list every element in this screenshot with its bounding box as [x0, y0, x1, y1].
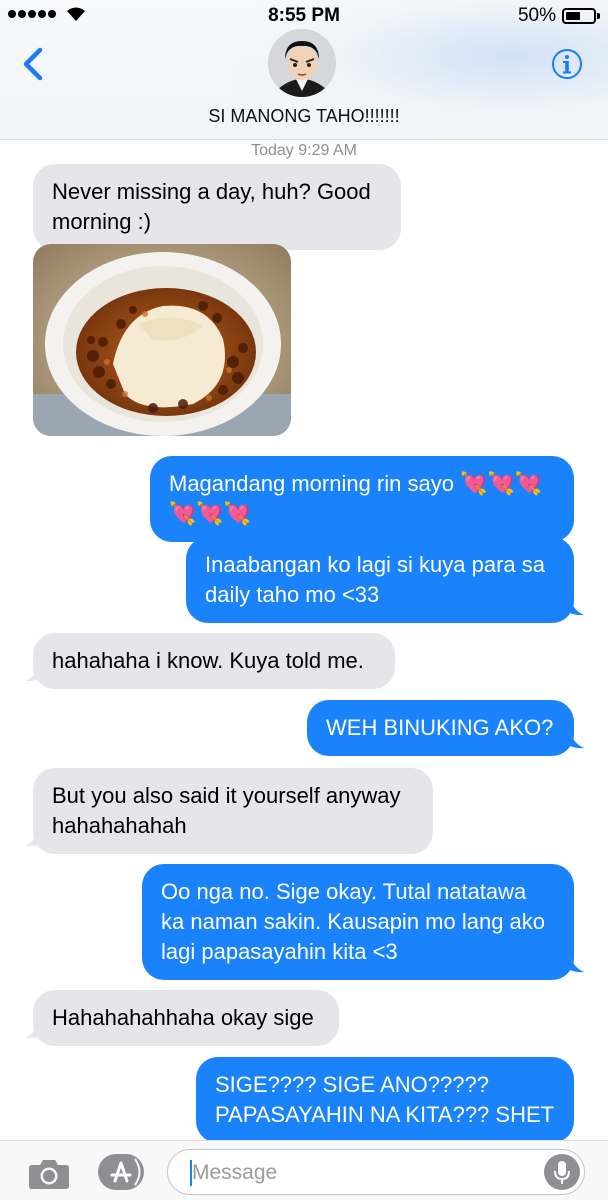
info-button[interactable]	[551, 48, 583, 80]
message-text: Magandang morning rin sayo 💘💘💘💘💘💘	[169, 471, 543, 526]
sent-message[interactable]: WEH BINUKING AKO?	[307, 700, 574, 756]
bubble-tail	[25, 827, 47, 847]
chevron-left-icon	[23, 47, 43, 81]
message-text: WEH BINUKING AKO?	[326, 715, 554, 740]
contact-name[interactable]: SI MANONG TAHO!!!!!!!	[0, 106, 608, 127]
message-input[interactable]	[192, 1160, 532, 1186]
message-text: Hahahahahhaha okay sige	[52, 1005, 314, 1030]
received-message[interactable]: Hahahahahhaha okay sige	[33, 990, 339, 1046]
bubble-tail	[562, 729, 584, 749]
app-store-button[interactable]	[97, 1153, 145, 1191]
sent-message[interactable]: Inaabangan ko lagi si kuya para sa daily…	[186, 537, 574, 623]
received-message[interactable]: hahahaha i know. Kuya told me.	[33, 633, 395, 689]
microphone-button[interactable]	[544, 1154, 580, 1190]
message-timestamp: Today 9:29 AM	[251, 142, 357, 159]
status-bar: 8:55 PM 50%	[0, 0, 608, 32]
bubble-tail	[562, 596, 584, 616]
battery-percent: 50%	[517, 5, 556, 26]
camera-icon	[29, 1160, 69, 1189]
sent-message[interactable]: Oo nga no. Sige okay. Tutal natatawa ka …	[142, 864, 574, 980]
battery-icon	[562, 8, 600, 24]
message-text: But you also said it yourself anyway hah…	[52, 783, 401, 838]
message-text: Never missing a day, huh? Good morning :…	[52, 179, 371, 234]
bubble-tail	[562, 953, 584, 973]
app-store-icon	[98, 1154, 144, 1190]
info-icon	[552, 49, 582, 79]
message-text: hahahaha i know. Kuya told me.	[52, 648, 364, 673]
received-message[interactable]: But you also said it yourself anyway hah…	[33, 768, 433, 854]
contact-avatar[interactable]	[268, 29, 336, 97]
back-button[interactable]	[18, 44, 48, 84]
sent-message[interactable]: Magandang morning rin sayo 💘💘💘💘💘💘	[150, 456, 574, 542]
message-toolbar	[0, 1140, 608, 1200]
sent-message[interactable]: SIGE???? SIGE ANO????? PAPASAYAHIN NA KI…	[196, 1057, 574, 1143]
status-time: 8:55 PM	[268, 5, 340, 26]
bubble-tail	[25, 662, 47, 682]
bubble-tail	[25, 1019, 47, 1039]
message-input-field[interactable]	[167, 1149, 585, 1195]
microphone-icon	[554, 1161, 570, 1184]
message-text: Inaabangan ko lagi si kuya para sa daily…	[205, 552, 546, 607]
received-photo[interactable]	[33, 244, 291, 436]
received-message[interactable]: Never missing a day, huh? Good morning :…	[33, 164, 401, 250]
message-text: Oo nga no. Sige okay. Tutal natatawa ka …	[161, 879, 546, 964]
camera-button[interactable]	[28, 1156, 70, 1190]
message-text: SIGE???? SIGE ANO????? PAPASAYAHIN NA KI…	[215, 1072, 555, 1127]
